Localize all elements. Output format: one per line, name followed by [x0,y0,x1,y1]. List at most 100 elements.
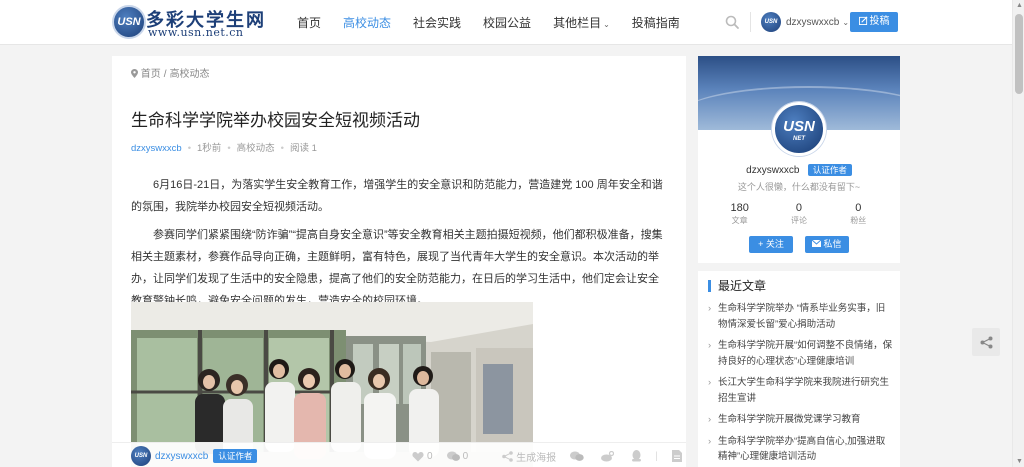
stat-fans[interactable]: 0 粉丝 [833,202,883,226]
nav-item-social-practice[interactable]: 社会实践 [413,14,461,31]
follow-button[interactable]: + 关注 [749,236,793,253]
list-item[interactable]: 生命科学学院举办 “情系毕业务实事，旧物情深爱长留”爱心捐助活动 [708,301,894,332]
article-reads: 阅读 1 [289,143,317,154]
meta-dot: • [187,143,192,154]
avatar: USN [761,12,781,32]
breadcrumb-current[interactable]: 高校动态 [170,69,210,80]
profile-name[interactable]: dzxyswxxcb [746,165,799,176]
heart-icon [412,451,424,461]
comment-count: 0 [462,450,469,462]
breadcrumb-separator: / [163,69,167,80]
logo-badge-icon: USN [112,5,146,39]
floating-share-button[interactable] [972,328,1000,356]
profile-actions: + 关注 私信 [698,236,900,253]
scrollbar-thumb[interactable] [1015,14,1023,94]
avatar[interactable]: USN NET [772,102,826,156]
article-time: 1秒前 [197,143,222,154]
stat-comments[interactable]: 0 评论 [774,202,824,226]
stat-articles-count: 180 [730,202,749,214]
share-nodes-icon [502,450,513,462]
breadcrumb: 首页 / 高校动态 [131,65,210,80]
comment-icon [446,451,460,461]
bottom-author[interactable]: USN dzxyswxxcb 认证作者 [131,446,258,466]
location-pin-icon [131,69,138,78]
list-item[interactable]: 生命科学学院举办“提高自信心,加强进取精神”心理健康培训活动 [708,434,894,465]
profile-name-row: dzxyswxxcb 认证作者 [698,162,900,176]
chevron-down-icon: ⌄ [842,17,850,27]
header-divider [750,12,751,32]
avatar-subtext: NET [793,136,805,142]
list-item[interactable]: 生命科学学院开展“如何调整不良情绪，保持良好的心理状态”心理健康培训 [708,338,894,369]
nav-item-campus-charity[interactable]: 校园公益 [483,14,531,31]
document-icon [671,450,682,462]
site-header: USN 多彩大学生网 www.usn.net.cn 首页 高校动态 社会实践 校… [0,0,1012,45]
generate-poster-label: 生成海报 [516,452,557,464]
article-paragraph-2: 参赛同学们紧紧围绕“防诈骗”“提高自身安全意识”等安全教育相关主题拍摄短视频，他… [131,229,663,307]
article-paragraph-1: 6月16日-21日，为落实学生安全教育工作，增强学生的安全意识和防范能力，营造建… [131,179,663,213]
page-title: 生命科学学院举办校园安全短视频活动 [131,111,420,130]
recent-articles-title: 最近文章 [708,280,766,292]
avatar-text: USN [783,118,815,135]
site-url: www.usn.net.cn [148,26,244,39]
scroll-up-arrow-icon[interactable]: ▲ [1016,2,1023,9]
certified-author-badge: 认证作者 [807,164,852,176]
search-icon[interactable] [724,14,740,30]
article-card: 首页 / 高校动态 生命科学学院举办校园安全短视频活动 dzxyswxxcb • 1秒前… [112,56,686,467]
like-button[interactable]: 0 [412,451,433,462]
stat-fans-label: 粉丝 [850,216,867,225]
profile-stats: 180 文章 0 评论 0 粉丝 [698,202,900,226]
weibo-icon [601,450,615,461]
generate-poster-button[interactable]: 生成海报 [502,449,556,464]
stat-articles-label: 文章 [731,216,748,225]
wechat-icon [570,451,584,461]
article-meta: dzxyswxxcb • 1秒前 • 高校动态 • 阅读 1 [131,140,317,154]
document-button[interactable] [671,450,685,462]
nav-item-campus-news[interactable]: 高校动态 [343,14,391,31]
chevron-down-icon: ⌄ [603,20,610,29]
meta-dot: • [280,143,284,154]
comment-button[interactable]: 0 [446,450,469,462]
nav-item-other-columns[interactable]: 其他栏目 ⌄ [553,14,610,31]
meta-dot: • [227,143,231,154]
site-logo[interactable]: USN 多彩大学生网 www.usn.net.cn [112,5,272,39]
like-count: 0 [427,450,433,462]
scroll-down-arrow-icon[interactable]: ▼ [1016,458,1023,465]
breadcrumb-home[interactable]: 首页 [141,69,161,80]
stat-comments-label: 评论 [790,216,807,225]
article-author[interactable]: dzxyswxxcb [131,143,182,154]
page-divider-mark: | [655,450,658,462]
mail-icon [812,239,822,247]
weibo-share-button[interactable] [601,450,617,462]
article-category[interactable]: 高校动态 [237,143,275,154]
list-item[interactable]: 长江大学生命科学学院来我院进行研究生招生宣讲 [708,375,894,406]
avatar: USN [131,446,151,466]
recent-articles-widget: 最近文章 生命科学学院举办 “情系毕业务实事，旧物情深爱长留”爱心捐助活动 生命… [698,271,900,467]
nav-item-home[interactable]: 首页 [297,14,321,31]
wechat-share-button[interactable] [570,451,587,462]
message-button[interactable]: 私信 [805,236,849,253]
list-item[interactable]: 生命科学学院开展微党课学习教育 [708,412,894,428]
edit-icon [858,16,867,25]
share-icon [980,336,992,348]
post-button-label: 投稿 [869,16,890,27]
page-scrollbar[interactable]: ▲ ▼ [1012,0,1024,467]
bottom-author-name: dzxyswxxcb [155,450,209,462]
certified-author-badge: 认证作者 [213,449,258,463]
stat-articles[interactable]: 180 文章 [715,202,765,226]
nav-item-other-label: 其他栏目 [553,16,602,30]
recent-articles-list: 生命科学学院举办 “情系毕业务实事，旧物情深爱长留”爱心捐助活动 生命科学学院开… [708,301,894,467]
qq-share-button[interactable] [631,450,645,462]
qq-icon [632,450,642,462]
post-button[interactable]: 投稿 [850,12,898,32]
stat-fans-count: 0 [855,202,862,214]
main-nav: 首页 高校动态 社会实践 校园公益 其他栏目 ⌄ 投稿指南 [297,0,702,45]
author-profile-card: USN NET dzxyswxxcb 认证作者 这个人很懒，什么都没有留下~ 1… [698,56,900,263]
user-menu[interactable]: USN dzxyswxxcb ⌄ [761,12,849,32]
article-actions: 0 0 生成海报 | [398,449,685,464]
nav-item-submission-guide[interactable]: 投稿指南 [632,14,680,31]
header-username: dzxyswxxcb [786,16,840,28]
profile-bio: 这个人很懒，什么都没有留下~ [737,182,861,192]
article-action-bar: USN dzxyswxxcb 认证作者 0 0 生成海报 | [112,442,686,467]
stat-comments-count: 0 [795,202,803,214]
message-button-label: 私信 [823,239,842,249]
